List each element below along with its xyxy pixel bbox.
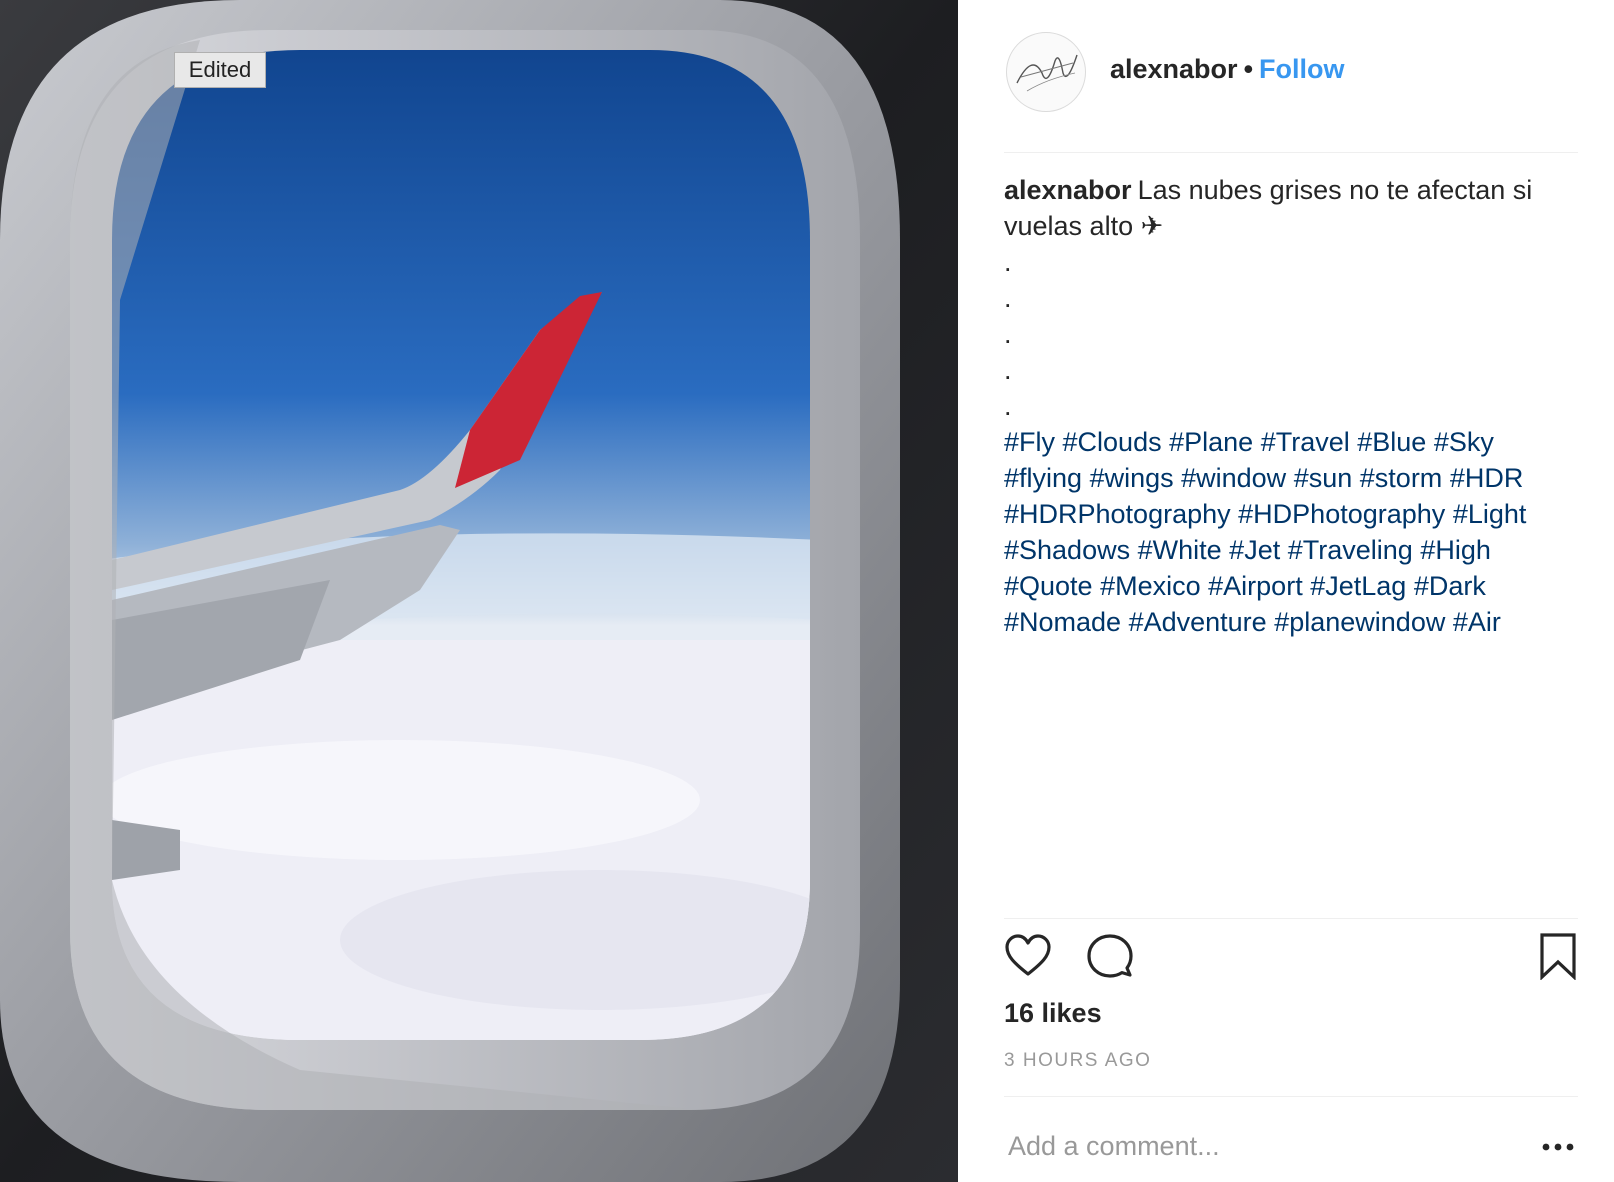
header-separator: • — [1243, 54, 1254, 84]
hashtag-link[interactable]: #wings — [1090, 463, 1174, 493]
hashtag-link[interactable]: #HDR — [1450, 463, 1524, 493]
caption-dot-line: . — [1004, 319, 1012, 349]
hashtag-link[interactable]: #Traveling — [1288, 535, 1413, 565]
hashtag-link[interactable]: #planewindow — [1274, 607, 1445, 637]
caption-username-link[interactable]: alexnabor — [1004, 175, 1132, 205]
header-user-line: alexnabor • Follow — [1110, 54, 1345, 85]
avatar[interactable] — [1006, 32, 1086, 112]
caption-dot-line: . — [1004, 391, 1012, 421]
hashtag-link[interactable]: #Clouds — [1063, 427, 1162, 457]
header-username-link[interactable]: alexnabor — [1110, 54, 1238, 84]
hashtag-link[interactable]: #Fly — [1004, 427, 1055, 457]
follow-button[interactable]: Follow — [1259, 54, 1344, 84]
caption-dot-line: . — [1004, 355, 1012, 385]
hashtag-link[interactable]: #Mexico — [1100, 571, 1201, 601]
hashtag-link[interactable]: #HDPhotography — [1238, 499, 1445, 529]
hashtag-link[interactable]: #Shadows — [1004, 535, 1130, 565]
heart-icon[interactable] — [1004, 932, 1052, 980]
likes-count[interactable]: 16 likes — [1004, 998, 1102, 1029]
hashtag-link[interactable]: #Airport — [1208, 571, 1303, 601]
comment-input[interactable] — [1008, 1126, 1508, 1166]
signature-logo-icon — [1016, 54, 1078, 92]
hashtag-link[interactable]: #Quote — [1004, 571, 1093, 601]
comment-divider — [1004, 1096, 1578, 1097]
actions-divider — [1004, 918, 1578, 919]
hashtag-link[interactable]: #Light — [1453, 499, 1527, 529]
post-details-panel: alexnabor • Follow alexnabor Las nubes gris… — [958, 0, 1614, 1182]
hashtag-list: #Fly #Clouds #Plane #Travel #Blue #Sky #… — [1004, 424, 1578, 640]
hashtag-link[interactable]: #Travel — [1261, 427, 1350, 457]
airplane-window-image — [0, 0, 958, 1182]
hashtag-link[interactable]: #Sky — [1434, 427, 1494, 457]
comment-bubble-icon[interactable] — [1086, 932, 1134, 980]
hashtag-link[interactable]: #Jet — [1229, 535, 1280, 565]
hashtag-link[interactable]: #Blue — [1357, 427, 1426, 457]
post-view: Edited alexnabor • Follow alexnabor Las nub… — [0, 0, 1614, 1182]
hashtag-link[interactable]: #Dark — [1414, 571, 1486, 601]
hashtag-link[interactable]: #High — [1420, 535, 1491, 565]
header-divider — [1004, 152, 1578, 153]
hashtag-link[interactable]: #window — [1181, 463, 1286, 493]
post-header: alexnabor • Follow — [1006, 32, 1576, 118]
hashtag-link[interactable]: #JetLag — [1310, 571, 1406, 601]
hashtag-link[interactable]: #Air — [1453, 607, 1501, 637]
post-photo[interactable]: Edited — [0, 0, 958, 1182]
hashtag-link[interactable]: #flying — [1004, 463, 1082, 493]
post-actions — [1004, 932, 1578, 982]
caption-dot-line: . — [1004, 283, 1012, 313]
bookmark-icon[interactable] — [1534, 932, 1582, 981]
hashtag-link[interactable]: #Adventure — [1129, 607, 1267, 637]
hashtag-link[interactable]: #Nomade — [1004, 607, 1121, 637]
hashtag-link[interactable]: #HDRPhotography — [1004, 499, 1231, 529]
edited-badge: Edited — [174, 52, 266, 88]
hashtag-link[interactable]: #sun — [1294, 463, 1353, 493]
more-options-icon[interactable] — [1538, 1132, 1578, 1162]
caption-dot-line: . — [1004, 247, 1012, 277]
hashtag-link[interactable]: #storm — [1360, 463, 1443, 493]
post-caption: alexnabor Las nubes grises no te afectan … — [1004, 172, 1578, 640]
hashtag-link[interactable]: #White — [1138, 535, 1222, 565]
hashtag-link[interactable]: #Plane — [1169, 427, 1253, 457]
post-timestamp[interactable]: 3 HOURS AGO — [1004, 1050, 1151, 1072]
